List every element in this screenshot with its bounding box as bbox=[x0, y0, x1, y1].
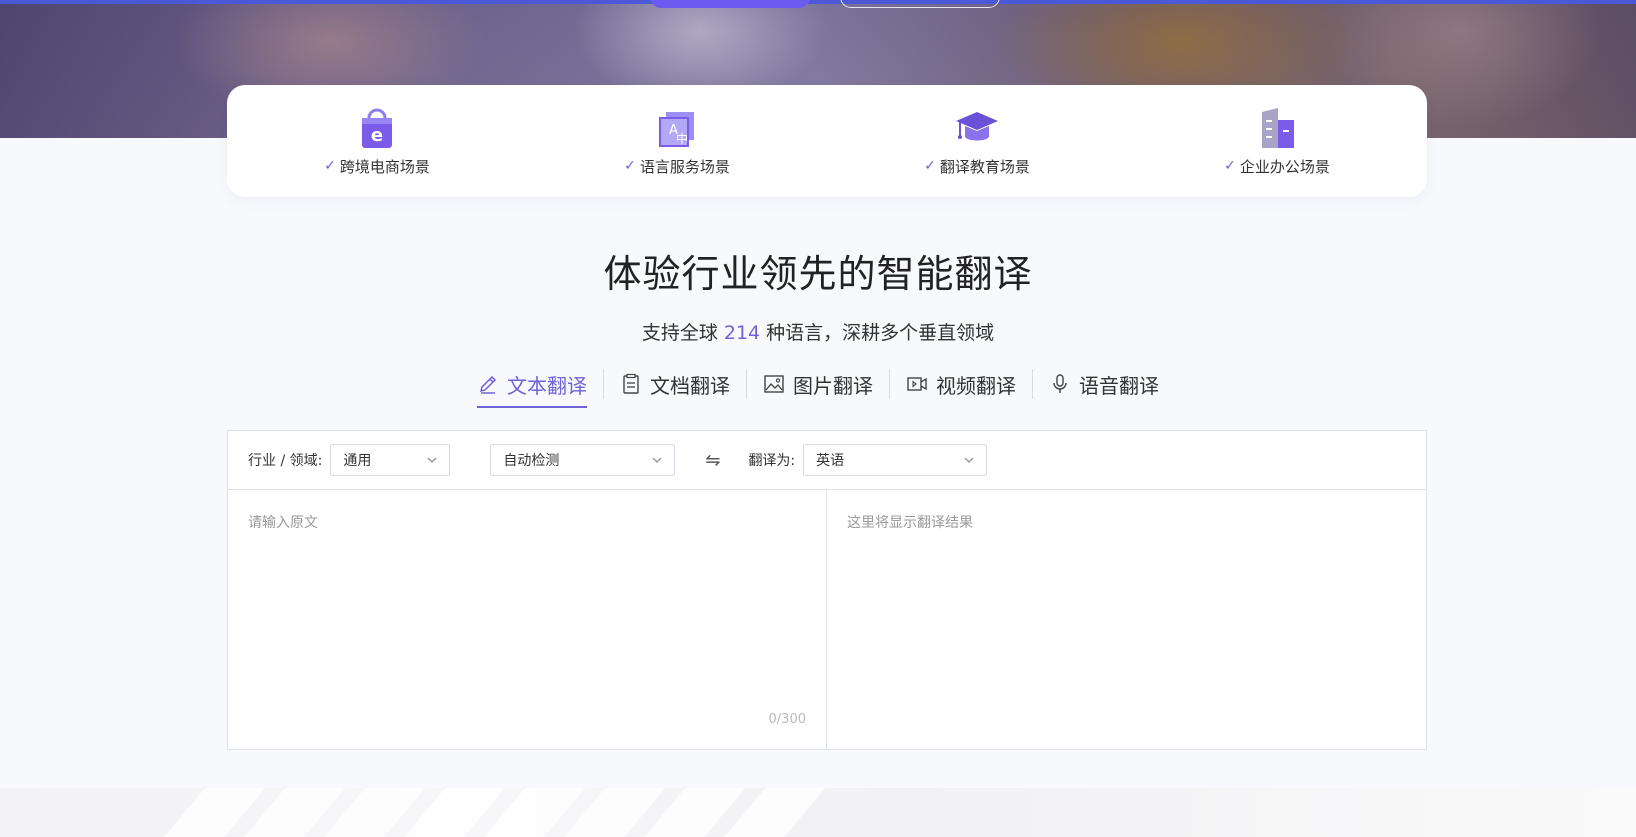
bottom-decoration bbox=[0, 788, 1636, 837]
hero-primary-button[interactable] bbox=[650, 0, 810, 8]
tab-video-translation[interactable]: 视频翻译 bbox=[890, 364, 1032, 404]
chevron-down-icon bbox=[964, 457, 974, 463]
language-translate-icon: A 中 bbox=[659, 111, 694, 147]
graduation-cap-icon bbox=[956, 111, 998, 140]
shopping-bag-icon: e bbox=[362, 108, 392, 148]
scene-label: ✓ 语言服务场景 bbox=[624, 157, 730, 176]
page-title: 体验行业领先的智能翻译 bbox=[603, 252, 1033, 296]
scene-cross-border-ecommerce[interactable]: e ✓ 跨境电商场景 bbox=[227, 106, 527, 177]
character-counter: 0/300 bbox=[768, 712, 806, 727]
translation-result: 这里将显示翻译结果 bbox=[847, 515, 973, 531]
tab-text-translation[interactable]: 文本翻译 bbox=[461, 364, 603, 408]
target-language-label: 翻译为: bbox=[748, 453, 796, 469]
translator-toolbar: 行业 / 领域: 通用 自动检测 ⇋ 翻译为: 英语 bbox=[228, 431, 1426, 490]
document-icon bbox=[623, 373, 639, 394]
page-subtitle: 支持全球 214 种语言，深耕多个垂直领域 bbox=[641, 322, 995, 344]
check-icon: ✓ bbox=[324, 158, 336, 174]
microphone-icon bbox=[1053, 374, 1067, 393]
check-icon: ✓ bbox=[624, 158, 636, 174]
hero-top-line bbox=[0, 0, 1636, 4]
domain-label: 行业 / 领域: bbox=[248, 453, 323, 469]
svg-text:e: e bbox=[371, 125, 383, 146]
image-icon bbox=[764, 375, 784, 393]
language-count: 214 bbox=[723, 322, 761, 344]
domain-select[interactable]: 通用 bbox=[330, 444, 451, 476]
target-language-select[interactable]: 英语 bbox=[803, 444, 988, 476]
scene-language-service[interactable]: A 中 ✓ 语言服务场景 bbox=[527, 106, 827, 177]
hero-secondary-button[interactable] bbox=[840, 0, 1000, 8]
video-icon bbox=[907, 377, 927, 391]
scene-label: ✓ 企业办公场景 bbox=[1224, 157, 1330, 176]
source-text-input[interactable] bbox=[228, 490, 826, 749]
scene-label: ✓ 翻译教育场景 bbox=[924, 157, 1030, 176]
source-text-pane: 0/300 bbox=[228, 490, 827, 749]
scene-label: ✓ 跨境电商场景 bbox=[324, 157, 430, 176]
office-building-icon bbox=[1262, 107, 1294, 148]
scene-card: e ✓ 跨境电商场景 A 中 ✓ 语言服务场景 ✓ 翻译教育场景 ✓ 企业办公场… bbox=[227, 85, 1427, 197]
translator-panel: 行业 / 领域: 通用 自动检测 ⇋ 翻译为: 英语 0/300 这里将显示翻译… bbox=[227, 430, 1427, 750]
scene-translation-education[interactable]: ✓ 翻译教育场景 bbox=[827, 106, 1127, 177]
pencil-icon bbox=[479, 375, 497, 394]
tab-document-translation[interactable]: 文档翻译 bbox=[604, 364, 746, 404]
chevron-down-icon bbox=[652, 457, 662, 463]
check-icon: ✓ bbox=[924, 158, 936, 174]
check-icon: ✓ bbox=[1224, 158, 1236, 174]
svg-text:中: 中 bbox=[676, 131, 688, 146]
source-language-select[interactable]: 自动检测 bbox=[490, 444, 676, 476]
tab-voice-translation[interactable]: 语音翻译 bbox=[1033, 364, 1175, 404]
text-areas: 0/300 这里将显示翻译结果 bbox=[228, 490, 1426, 749]
translation-type-tabs: 文本翻译 文档翻译 图片翻译 视频翻译 语音翻译 bbox=[0, 364, 1636, 408]
swap-languages-button[interactable]: ⇋ bbox=[705, 450, 720, 471]
chevron-down-icon bbox=[427, 457, 437, 463]
scene-enterprise-office[interactable]: ✓ 企业办公场景 bbox=[1127, 106, 1427, 177]
tab-image-translation[interactable]: 图片翻译 bbox=[747, 364, 889, 404]
